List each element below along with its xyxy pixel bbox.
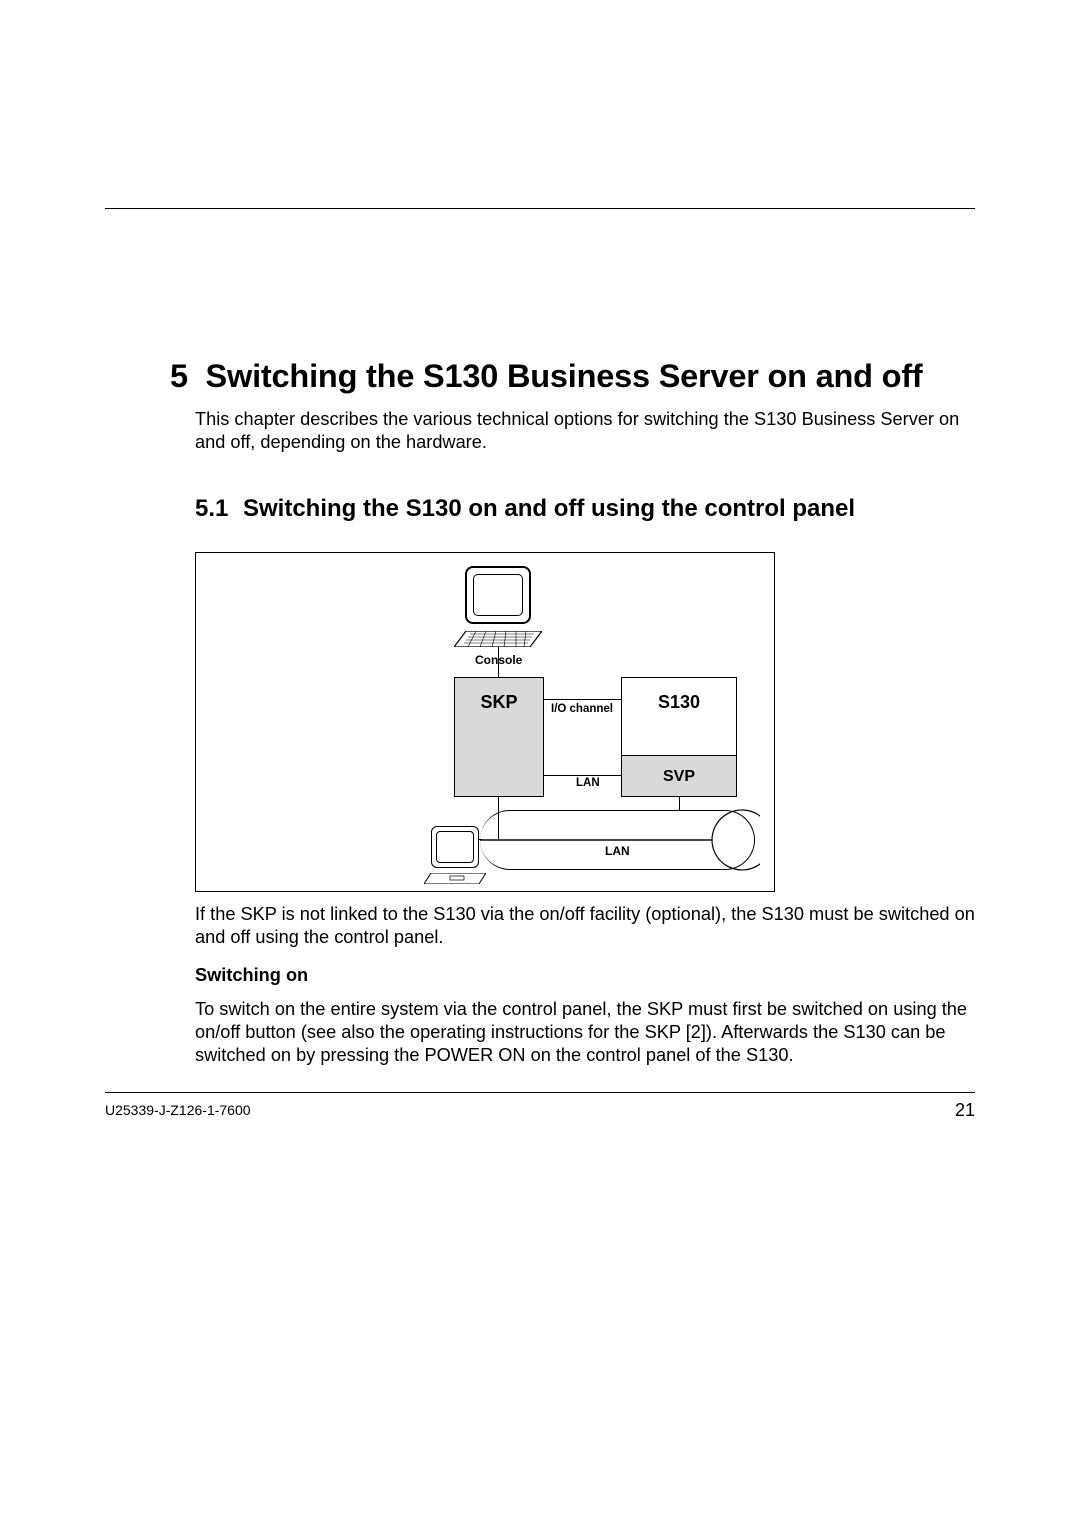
switching-on-heading: Switching on xyxy=(195,965,308,986)
section-title-text: Switching the S130 on and off using the … xyxy=(243,495,855,522)
lan-label-2: LAN xyxy=(605,844,630,858)
footer-page-number: 21 xyxy=(955,1100,975,1121)
rule-top xyxy=(105,208,975,209)
connector-io-channel xyxy=(544,699,621,700)
switching-on-body: To switch on the entire system via the c… xyxy=(195,998,975,1066)
architecture-diagram: Console SKP S130 SVP I/O channel LAN LAN xyxy=(195,552,775,892)
chapter-title: 5 Switching the S130 Business Server on … xyxy=(170,358,975,395)
rule-bottom xyxy=(105,1092,975,1093)
skp-box: SKP xyxy=(454,677,544,797)
section-title: 5.1Switching the S130 on and off using t… xyxy=(195,495,975,523)
console-monitor-icon xyxy=(465,566,531,624)
lan-loop xyxy=(480,810,755,870)
console-keyboard-icon xyxy=(454,631,542,647)
connector-console-skp xyxy=(498,647,499,677)
page: 5 Switching the S130 Business Server on … xyxy=(105,0,975,1525)
chapter-number: 5 xyxy=(170,358,188,394)
connector-lan-skp-svp xyxy=(544,775,621,776)
diagram-caption-paragraph: If the SKP is not linked to the S130 via… xyxy=(195,903,975,949)
chapter-title-text: Switching the S130 Business Server on an… xyxy=(206,358,923,394)
workstation-monitor-icon xyxy=(431,826,479,868)
workstation-keyboard-icon xyxy=(424,873,486,884)
section-number: 5.1 xyxy=(195,495,243,523)
svp-box: SVP xyxy=(622,755,736,796)
io-channel-label: I/O channel xyxy=(551,703,613,715)
footer-doc-id: U25339-J-Z126-1-7600 xyxy=(105,1102,251,1118)
chapter-intro: This chapter describes the various techn… xyxy=(195,408,975,454)
lan-label-1: LAN xyxy=(576,777,600,789)
